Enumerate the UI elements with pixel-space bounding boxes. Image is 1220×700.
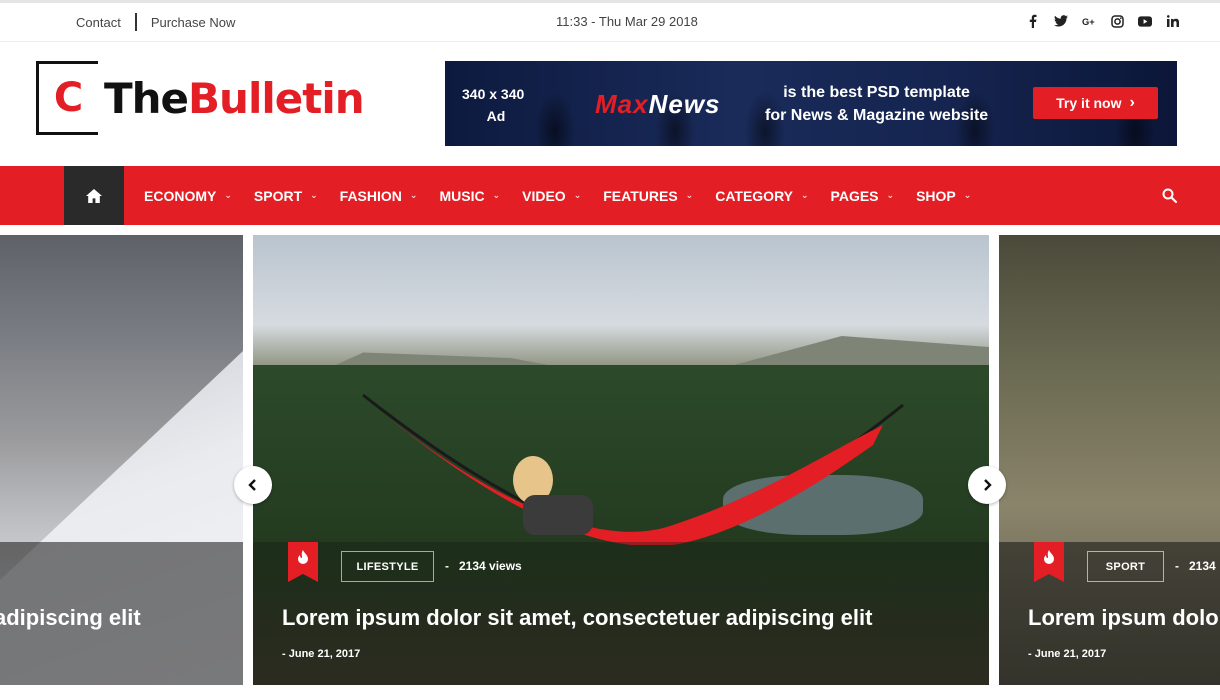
featured-slider: adipiscing elit LIFESTYLE - 2134 views L… <box>0 235 1220 685</box>
nav-item-economy[interactable]: ECONOMY ⌄ <box>144 188 232 204</box>
view-count: - 2134 views <box>445 559 522 573</box>
category-tag[interactable]: LIFESTYLE <box>341 551 434 582</box>
slide-active[interactable]: LIFESTYLE - 2134 views Lorem ipsum dolor… <box>253 235 989 685</box>
logo-wordmark: TheBulletin <box>104 73 365 123</box>
main-nav: ECONOMY ⌄ SPORT ⌄ FASHION ⌄ MUSIC ⌄ VIDEO ⌄ F… <box>0 166 1220 225</box>
chevron-down-icon: ⌄ <box>310 190 318 200</box>
slide-title[interactable]: adipiscing elit <box>0 605 141 631</box>
nav-item-sport[interactable]: SPORT ⌄ <box>254 188 318 204</box>
nav-item-video[interactable]: VIDEO ⌄ <box>522 188 581 204</box>
logo-letter: C <box>53 75 84 121</box>
post-date: - June 21, 2017 <box>282 648 361 660</box>
fire-icon <box>298 550 308 564</box>
category-tag[interactable]: SPORT <box>1087 551 1164 582</box>
chevron-down-icon: ⌄ <box>224 190 232 200</box>
logo-the: The <box>104 73 189 123</box>
social-links: G+ <box>1026 13 1180 29</box>
nav-item-fashion[interactable]: FASHION ⌄ <box>340 188 418 204</box>
current-datetime: 11:33 - Thu Mar 29 2018 <box>556 14 698 29</box>
chevron-down-icon: ⌄ <box>492 190 501 200</box>
try-it-now-button[interactable]: Try it now › <box>1033 87 1158 119</box>
contact-link[interactable]: Contact <box>76 15 121 30</box>
search-icon <box>1162 188 1177 203</box>
ad-banner[interactable]: 340 x 340 Ad MaxNews is the best PSD tem… <box>445 61 1177 146</box>
youtube-icon[interactable] <box>1138 13 1152 29</box>
nav-item-shop[interactable]: SHOP ⌄ <box>916 188 971 204</box>
chevron-left-icon <box>248 479 256 491</box>
slide-next[interactable]: SPORT - 2134 Lorem ipsum dolo - June 21,… <box>999 235 1220 685</box>
fire-icon <box>1044 550 1054 564</box>
home-icon <box>86 188 102 203</box>
slide-previous[interactable]: adipiscing elit <box>0 235 243 685</box>
chevron-right-icon: › <box>1129 94 1135 111</box>
post-date: - June 21, 2017 <box>1028 648 1107 660</box>
logo-mark: C <box>36 61 98 135</box>
divider <box>134 13 137 31</box>
slider-prev-button[interactable] <box>234 466 272 504</box>
top-links: Contact Purchase Now <box>76 13 235 31</box>
chevron-right-icon <box>984 479 992 491</box>
ad-brand-logo: MaxNews <box>595 89 721 119</box>
search-button[interactable] <box>1158 184 1180 206</box>
view-count: - 2134 <box>1175 559 1216 573</box>
nav-items: ECONOMY ⌄ SPORT ⌄ FASHION ⌄ MUSIC ⌄ VIDEO ⌄ F… <box>144 166 993 225</box>
chevron-down-icon: ⌄ <box>409 190 418 200</box>
site-logo[interactable]: C TheBulletin <box>36 61 365 135</box>
purchase-link[interactable]: Purchase Now <box>151 15 236 30</box>
top-bar: Contact Purchase Now 11:33 - Thu Mar 29 … <box>0 0 1220 42</box>
chevron-down-icon: ⌄ <box>801 190 809 200</box>
slider-next-button[interactable] <box>968 466 1006 504</box>
nav-item-category[interactable]: CATEGORY ⌄ <box>715 188 808 204</box>
chevron-down-icon: ⌄ <box>886 190 895 200</box>
instagram-icon[interactable] <box>1110 13 1124 29</box>
svg-text:G+: G+ <box>1082 17 1095 27</box>
chevron-down-icon: ⌄ <box>963 190 972 200</box>
chevron-down-icon: ⌄ <box>685 190 694 200</box>
nav-item-features[interactable]: FEATURES ⌄ <box>603 188 693 204</box>
hammock-image <box>362 393 904 545</box>
chevron-down-icon: ⌄ <box>573 190 582 200</box>
nav-item-pages[interactable]: PAGES ⌄ <box>831 188 895 204</box>
ad-tagline: is the best PSD template for News & Maga… <box>765 84 989 124</box>
slide-title[interactable]: Lorem ipsum dolor sit amet, consectetuer… <box>282 605 872 631</box>
linkedin-icon[interactable] <box>1166 13 1180 29</box>
twitter-icon[interactable] <box>1054 13 1068 29</box>
home-button[interactable] <box>64 166 124 225</box>
ad-size-label: 340 x 340 Ad <box>462 86 525 124</box>
google-plus-icon[interactable]: G+ <box>1082 13 1096 29</box>
slide-title[interactable]: Lorem ipsum dolo <box>1028 605 1219 631</box>
facebook-icon[interactable] <box>1026 13 1040 29</box>
logo-bulletin: Bulletin <box>188 73 365 123</box>
nav-item-music[interactable]: MUSIC ⌄ <box>439 188 500 204</box>
